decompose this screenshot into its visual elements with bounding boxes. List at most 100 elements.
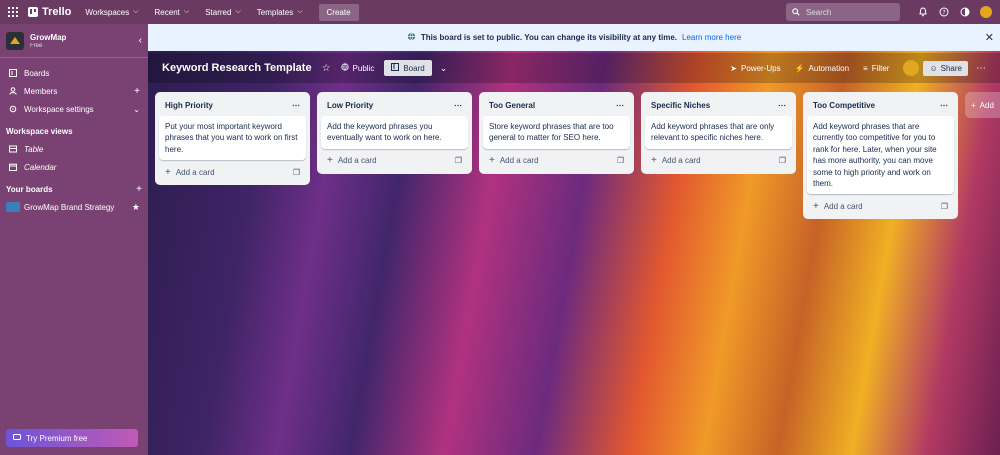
add-member-icon[interactable]: +: [134, 86, 140, 97]
add-card-button[interactable]: + Add a card ❐: [321, 152, 468, 170]
chevron-down-icon: ⌵: [235, 8, 241, 15]
member-avatar[interactable]: [903, 60, 920, 76]
add-board-icon[interactable]: +: [136, 184, 142, 195]
sidebar-item-table[interactable]: Table: [0, 140, 148, 158]
recent-menu[interactable]: Recent ⌵: [155, 8, 190, 17]
collapse-sidebar-icon[interactable]: ‹: [139, 35, 142, 46]
close-icon[interactable]: ✕: [985, 31, 994, 44]
view-switcher-chevron-icon[interactable]: ⌄: [440, 63, 448, 74]
add-card-label: Add a card: [823, 201, 863, 211]
sidebar-item-workspace-settings[interactable]: Workspace settings ⌄: [0, 100, 148, 118]
filter-button[interactable]: ≡ Filter: [863, 64, 889, 73]
help-icon[interactable]: ?: [938, 6, 950, 18]
learn-more-link[interactable]: Learn more here: [682, 33, 741, 42]
templates-menu[interactable]: Templates ⌵: [257, 8, 303, 17]
theme-icon[interactable]: [959, 6, 971, 18]
list-title[interactable]: Specific Niches: [651, 101, 710, 110]
try-premium-button[interactable]: Try Premium free: [6, 429, 138, 447]
list-title[interactable]: Too Competitive: [813, 101, 875, 110]
sidebar-board-label: GrowMap Brand Strategy: [24, 202, 115, 212]
add-list-button[interactable]: + Add: [965, 92, 1000, 118]
board-title[interactable]: Keyword Research Template: [162, 62, 312, 74]
app-switcher-icon[interactable]: [8, 7, 18, 17]
list-title[interactable]: Low Priority: [327, 101, 373, 110]
table-icon: [8, 145, 18, 153]
card-template-icon[interactable]: ❐: [779, 156, 786, 165]
bell-icon[interactable]: [917, 6, 929, 18]
visibility-button[interactable]: Public: [340, 63, 375, 73]
star-board-icon[interactable]: ☆: [322, 63, 331, 74]
starred-menu[interactable]: Starred ⌵: [205, 8, 241, 17]
visibility-label: Public: [352, 63, 375, 73]
workspace-plan: Free: [30, 42, 43, 49]
list-title[interactable]: High Priority: [165, 101, 213, 110]
list-header[interactable]: Too General ⋯: [483, 96, 630, 114]
plus-icon: +: [813, 200, 819, 212]
share-label: Share: [940, 63, 962, 73]
workspaces-menu[interactable]: Workspaces ⌵: [85, 8, 138, 17]
filter-label: Filter: [871, 63, 890, 73]
star-icon[interactable]: ★: [132, 202, 140, 213]
list-menu-icon[interactable]: ⋯: [454, 101, 462, 110]
card[interactable]: Put your most important keyword phrases …: [159, 116, 306, 161]
list: High Priority ⋯ Put your most important …: [155, 92, 310, 186]
card[interactable]: Store keyword phrases that are too gener…: [483, 116, 630, 149]
add-card-label: Add a card: [499, 156, 539, 166]
list-header[interactable]: High Priority ⋯: [159, 96, 306, 114]
list-header[interactable]: Too Competitive ⋯: [807, 96, 954, 114]
power-ups-label: Power-Ups: [741, 63, 781, 73]
recent-menu-label: Recent: [154, 7, 180, 17]
card[interactable]: Add the keyword phrases you eventually w…: [321, 116, 468, 149]
card-template-icon[interactable]: ❐: [293, 168, 300, 177]
card-template-icon[interactable]: ❐: [617, 156, 624, 165]
sidebar-item-calendar[interactable]: Calendar: [0, 158, 148, 176]
add-card-button[interactable]: + Add a card ❐: [807, 197, 954, 215]
list: Low Priority ⋯ Add the keyword phrases y…: [317, 92, 472, 174]
list-menu-icon[interactable]: ⋯: [616, 101, 624, 110]
create-button[interactable]: Create: [318, 3, 359, 21]
list-menu-icon[interactable]: ⋯: [292, 101, 300, 110]
add-card-button[interactable]: + Add a card ❐: [483, 152, 630, 170]
list-menu-icon[interactable]: ⋯: [778, 101, 786, 110]
account-avatar[interactable]: [980, 6, 992, 18]
add-card-label: Add a card: [337, 156, 377, 166]
sidebar-item-members[interactable]: Members +: [0, 82, 148, 100]
chevron-down-icon: ⌵: [133, 8, 139, 15]
trello-logo[interactable]: Trello: [28, 6, 71, 18]
list-header[interactable]: Low Priority ⋯: [321, 96, 468, 114]
plus-icon: +: [971, 100, 976, 110]
board-thumbnail: [6, 202, 20, 212]
sidebar-board-growmap-brand-strategy[interactable]: GrowMap Brand Strategy ★: [0, 198, 148, 216]
sidebar-item-boards[interactable]: Boards: [0, 64, 148, 82]
board-view-button[interactable]: Board: [384, 60, 432, 76]
globe-icon: [340, 63, 349, 73]
top-nav: Trello Workspaces ⌵ Recent ⌵ Starred ⌵ T…: [0, 0, 1000, 24]
list-header[interactable]: Specific Niches ⋯: [645, 96, 792, 114]
board-menu-icon[interactable]: ⋯: [976, 63, 986, 74]
workspaces-menu-label: Workspaces: [85, 7, 130, 17]
workspace-name: GrowMap: [30, 32, 67, 42]
starred-menu-label: Starred: [205, 7, 232, 17]
add-card-button[interactable]: + Add a card ❐: [159, 163, 306, 181]
list-menu-icon[interactable]: ⋯: [940, 101, 948, 110]
power-ups-button[interactable]: ➤ Power-Ups: [730, 64, 780, 73]
automation-label: Automation: [808, 63, 850, 73]
card[interactable]: Add keyword phrases that are only releva…: [645, 116, 792, 149]
card-template-icon[interactable]: ❐: [455, 156, 462, 165]
card[interactable]: Add keyword phrases that are currently t…: [807, 116, 954, 195]
chevron-down-icon: ⌵: [297, 8, 303, 15]
card-template-icon[interactable]: ❐: [941, 202, 948, 211]
search-input[interactable]: Search: [786, 3, 900, 21]
board-view-label: Board: [403, 63, 425, 73]
board-header: Keyword Research Template ☆ Public Board…: [148, 53, 1000, 83]
globe-icon: [407, 32, 416, 43]
add-card-button[interactable]: + Add a card ❐: [645, 152, 792, 170]
automation-button[interactable]: ⚡ Automation: [795, 64, 849, 73]
your-boards-heading-label: Your boards: [6, 184, 53, 194]
list: Too General ⋯ Store keyword phrases that…: [479, 92, 634, 174]
list-title[interactable]: Too General: [489, 101, 535, 110]
share-button[interactable]: ☺ Share: [923, 60, 968, 76]
sidebar-item-label: Members: [24, 86, 58, 96]
your-boards-heading: Your boards +: [0, 180, 148, 198]
banner-message: This board is set to public. You can cha…: [420, 33, 678, 42]
